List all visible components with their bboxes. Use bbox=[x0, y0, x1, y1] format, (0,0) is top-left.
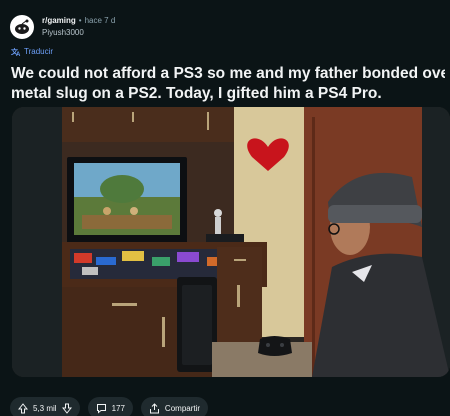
meta-separator: • bbox=[78, 16, 82, 25]
photo-illustration bbox=[12, 107, 450, 377]
post-title[interactable]: We could not afford a PS3 so me and my f… bbox=[11, 64, 445, 104]
post-header: r/gaming • hace 7 d Piyush3000 bbox=[10, 15, 115, 39]
post-meta: r/gaming • hace 7 d Piyush3000 bbox=[42, 15, 115, 39]
translate-icon: 文 A bbox=[11, 47, 21, 56]
vote-pill: 5,3 mil bbox=[10, 397, 80, 416]
post-title-line-1: We could not afford a PS3 so me and my f… bbox=[11, 65, 445, 82]
share-icon bbox=[149, 402, 160, 414]
vote-count: 5,3 mil bbox=[33, 403, 57, 413]
comment-count: 177 bbox=[111, 403, 125, 413]
downvote-icon[interactable] bbox=[61, 403, 72, 414]
subreddit-name[interactable]: r/gaming bbox=[42, 15, 76, 27]
translate-label: Traducir bbox=[24, 47, 54, 56]
post-author[interactable]: Piyush3000 bbox=[42, 27, 115, 39]
post-title-line-2: metal slug on a PS2. Today, I gifted him… bbox=[11, 85, 382, 102]
translate-link[interactable]: 文 A Traducir bbox=[11, 47, 53, 56]
comment-icon bbox=[96, 403, 107, 414]
share-button[interactable]: Compartir bbox=[140, 397, 209, 416]
subreddit-avatar[interactable] bbox=[10, 15, 34, 39]
post-time: hace 7 d bbox=[84, 16, 116, 25]
post-image[interactable] bbox=[12, 107, 450, 377]
post-actions: 5,3 mil 177 Compartir bbox=[10, 397, 209, 416]
share-label: Compartir bbox=[164, 403, 201, 413]
comments-button[interactable]: 177 bbox=[87, 397, 133, 416]
upvote-icon[interactable] bbox=[18, 402, 28, 414]
reddit-alien-icon bbox=[15, 19, 29, 34]
svg-text:A: A bbox=[16, 52, 21, 56]
